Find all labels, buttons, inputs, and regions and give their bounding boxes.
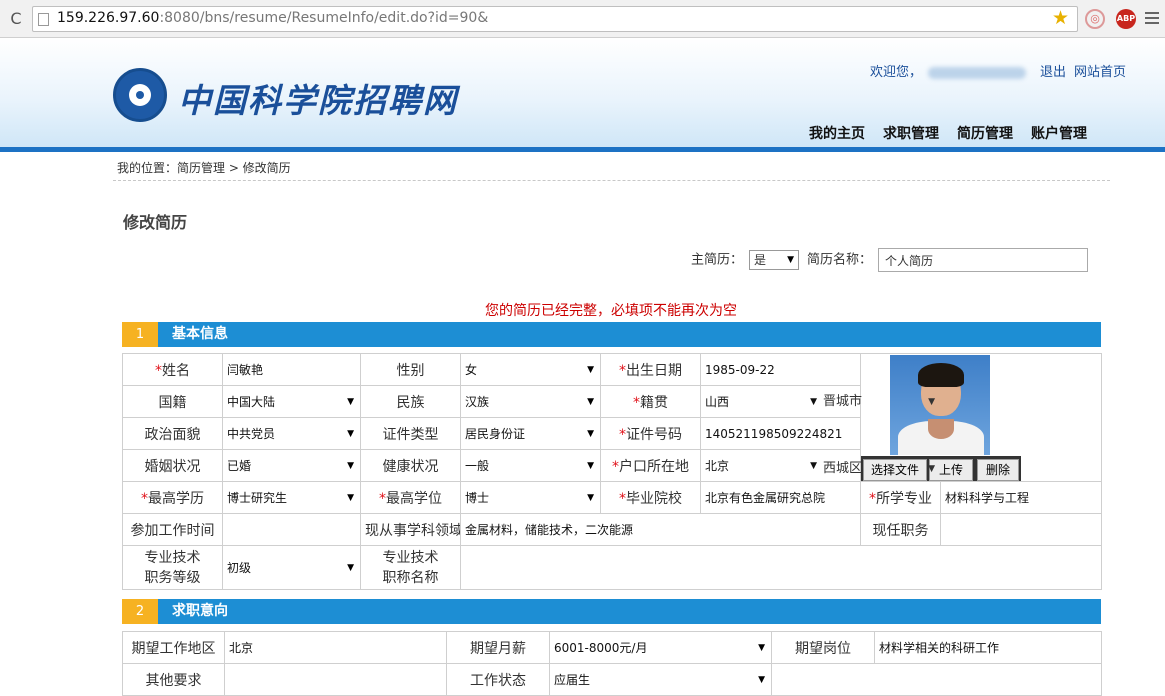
warning-message: 您的简历已经完整，必填项不能再次为空: [485, 303, 737, 319]
divider: [113, 180, 1110, 181]
degree-select[interactable]: 博士 ▼: [460, 481, 601, 514]
major-label: *所学专业: [860, 481, 941, 514]
resume-name-input[interactable]: 个人简历: [878, 248, 1089, 272]
position-label: 现任职务: [860, 513, 941, 546]
native-city-select[interactable]: 晋城市 ▼: [823, 392, 941, 412]
section-title: 基本信息: [172, 326, 228, 342]
other-label: 其他要求: [122, 663, 225, 696]
nav-account-manage[interactable]: 账户管理: [1031, 126, 1087, 142]
work-start-label: 参加工作时间: [122, 513, 223, 546]
edu-label: *最高学历: [122, 481, 223, 514]
nav-my-home[interactable]: 我的主页: [809, 126, 865, 142]
home-link[interactable]: 网站首页: [1074, 65, 1126, 80]
main-resume-label: 主简历：: [691, 252, 744, 268]
main-nav: 我的主页 求职管理 简历管理 账户管理: [809, 123, 1105, 143]
user-links: 欢迎您， 退出 网站首页: [870, 61, 1126, 80]
section-number: 1: [122, 322, 158, 347]
section-job-intention: 2 求职意向: [122, 599, 1101, 624]
marital-select[interactable]: 已婚 ▼: [222, 449, 361, 482]
status-label: 工作状态: [446, 663, 550, 696]
adblock-icon[interactable]: ABP: [1116, 9, 1136, 29]
post-field[interactable]: 材料学相关的科研工作: [874, 631, 1102, 664]
cas-logo-icon[interactable]: [113, 68, 167, 122]
hukou-city-select[interactable]: 西城区 ▼: [823, 459, 941, 479]
nav-resume-manage[interactable]: 简历管理: [957, 126, 1013, 142]
browser-toolbar: C 159.226.97.60:8080/bns/resume/ResumeIn…: [0, 0, 1165, 38]
hukou-label: *户口所在地: [600, 449, 701, 482]
reload-icon[interactable]: C: [6, 9, 26, 29]
page-icon: [38, 13, 49, 26]
post-label: 期望岗位: [771, 631, 875, 664]
birth-label: *出生日期: [600, 353, 701, 386]
main-content: 我的位置：简历管理 > 修改简历 修改简历 主简历： 是 ▼ 简历名称： 个人简历 您的…: [113, 152, 1110, 696]
position-field[interactable]: [940, 513, 1102, 546]
field-input[interactable]: 金属材料，储能技术，二次能源: [460, 513, 861, 546]
salary-select[interactable]: 6001-8000元/月 ▼: [549, 631, 772, 664]
tech-title-field[interactable]: [460, 545, 1102, 590]
gender-label: 性别: [360, 353, 461, 386]
idno-label: *证件号码: [600, 417, 701, 450]
idno-field[interactable]: 140521198509224821: [700, 417, 861, 450]
breadcrumb: 我的位置：简历管理 > 修改简历: [117, 161, 291, 175]
political-label: 政治面貌: [122, 417, 223, 450]
logout-link[interactable]: 退出: [1040, 65, 1066, 80]
ethnic-select[interactable]: 汉族 ▼: [460, 385, 601, 418]
name-label: *姓名: [122, 353, 223, 386]
site-logo-text[interactable]: 中国科学院招聘网: [178, 74, 458, 122]
job-intention-table: 期望工作地区 北京 期望月薪 6001-8000元/月 ▼ 期望岗位 材料学相关的…: [122, 631, 1102, 696]
section-number: 2: [122, 599, 158, 624]
url-text[interactable]: 159.226.97.60:8080/bns/resume/ResumeInfo…: [57, 10, 488, 26]
section-basic-info: 1 基本信息: [122, 322, 1101, 347]
resume-settings: 主简历： 是 ▼ 简历名称： 个人简历: [691, 248, 1089, 272]
school-field[interactable]: 北京有色金属研究总院: [700, 481, 861, 514]
idtype-select[interactable]: 居民身份证 ▼: [460, 417, 601, 450]
ethnic-label: 民族: [360, 385, 461, 418]
salary-label: 期望月薪: [446, 631, 550, 664]
health-label: 健康状况: [360, 449, 461, 482]
idtype-label: 证件类型: [360, 417, 461, 450]
edu-select[interactable]: 博士研究生 ▼: [222, 481, 361, 514]
bookmark-star-icon[interactable]: ★: [1052, 8, 1069, 28]
hukou-province-select[interactable]: 北京 ▼: [705, 456, 823, 476]
section-title: 求职意向: [172, 603, 228, 619]
resume-name-label: 简历名称：: [807, 252, 873, 268]
area-label: 期望工作地区: [122, 631, 225, 664]
birth-field[interactable]: 1985-09-22: [700, 353, 861, 386]
native-province-select[interactable]: 山西 ▼: [705, 392, 823, 412]
marital-label: 婚姻状况: [122, 449, 223, 482]
empty-cell: [771, 663, 1102, 696]
work-start-field[interactable]: [222, 513, 361, 546]
nav-job-manage[interactable]: 求职管理: [883, 126, 939, 142]
extension-icon[interactable]: ◎: [1085, 9, 1105, 29]
major-field[interactable]: 材料科学与工程: [940, 481, 1102, 514]
field-label: 现从事学科领域: [360, 513, 461, 546]
tech-title-label: 专业技术 职称名称: [360, 545, 461, 590]
tech-level-select[interactable]: 初级 ▼: [222, 545, 361, 590]
other-field[interactable]: [224, 663, 447, 696]
status-select[interactable]: 应届生 ▼: [549, 663, 772, 696]
main-resume-select[interactable]: 是 ▼: [749, 250, 800, 270]
political-select[interactable]: 中共党员 ▼: [222, 417, 361, 450]
delete-button[interactable]: 删除: [977, 459, 1019, 481]
nationality-select[interactable]: 中国大陆 ▼: [222, 385, 361, 418]
school-label: *毕业院校: [600, 481, 701, 514]
browser-menu-icon[interactable]: [1145, 12, 1159, 27]
username-blurred: [928, 66, 1027, 79]
degree-label: *最高学位: [360, 481, 461, 514]
health-select[interactable]: 一般 ▼: [460, 449, 601, 482]
native-label: *籍贯: [600, 385, 701, 418]
page-title: 修改简历: [123, 213, 188, 232]
basic-info-table: *姓名 闫敏艳 性别 女 ▼ *出生日期 1985-09-22 选择文件 上传 删…: [122, 353, 1102, 590]
name-field[interactable]: 闫敏艳: [222, 353, 361, 386]
nationality-label: 国籍: [122, 385, 223, 418]
tech-level-label: 专业技术 职务等级: [122, 545, 223, 590]
gender-select[interactable]: 女 ▼: [460, 353, 601, 386]
area-field[interactable]: 北京: [224, 631, 447, 664]
welcome-text: 欢迎您，: [870, 65, 923, 80]
address-bar[interactable]: 159.226.97.60:8080/bns/resume/ResumeInfo…: [32, 6, 1078, 32]
